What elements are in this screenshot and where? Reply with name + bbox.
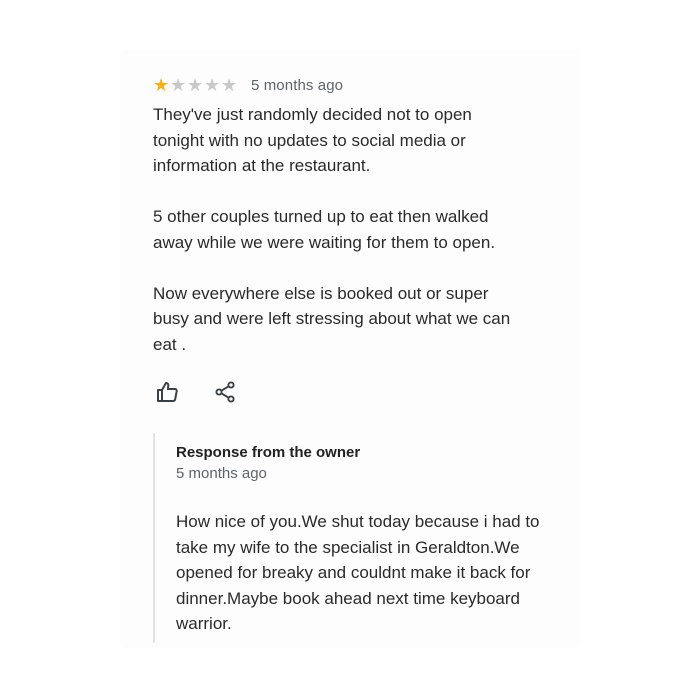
owner-response-text: How nice of you.We shut today because i … xyxy=(176,512,540,633)
review-text: They've just randomly decided not to ope… xyxy=(153,102,553,357)
review-timestamp: 5 months ago xyxy=(251,76,344,94)
review-paragraph: They've just randomly decided not to ope… xyxy=(153,105,472,175)
share-icon xyxy=(215,381,235,403)
review-actions xyxy=(154,379,238,405)
star-icon: ★ xyxy=(153,75,170,95)
star-icon: ★ xyxy=(204,75,221,95)
star-icon: ★ xyxy=(221,75,238,95)
star-icon: ★ xyxy=(170,75,187,95)
like-button[interactable] xyxy=(154,379,180,405)
review-paragraph: 5 other couples turned up to eat then wa… xyxy=(153,207,496,252)
owner-response-timestamp: 5 months ago xyxy=(176,465,267,482)
thumbs-up-icon xyxy=(157,382,178,402)
star-rating: ★ ★ ★ ★ ★ xyxy=(153,76,238,94)
star-icon: ★ xyxy=(187,75,204,95)
owner-response-content: Response from the owner 5 months ago How… xyxy=(176,443,571,637)
review-paragraph: Now everywhere else is booked out or sup… xyxy=(153,283,511,354)
owner-response: Response from the owner 5 months ago How… xyxy=(153,433,575,643)
share-button[interactable] xyxy=(212,379,238,405)
review: ★ ★ ★ ★ ★ 5 months ago They've just rand… xyxy=(153,72,553,357)
review-meta: ★ ★ ★ ★ ★ 5 months ago xyxy=(153,72,553,98)
owner-response-title: Response from the owner xyxy=(176,444,361,461)
